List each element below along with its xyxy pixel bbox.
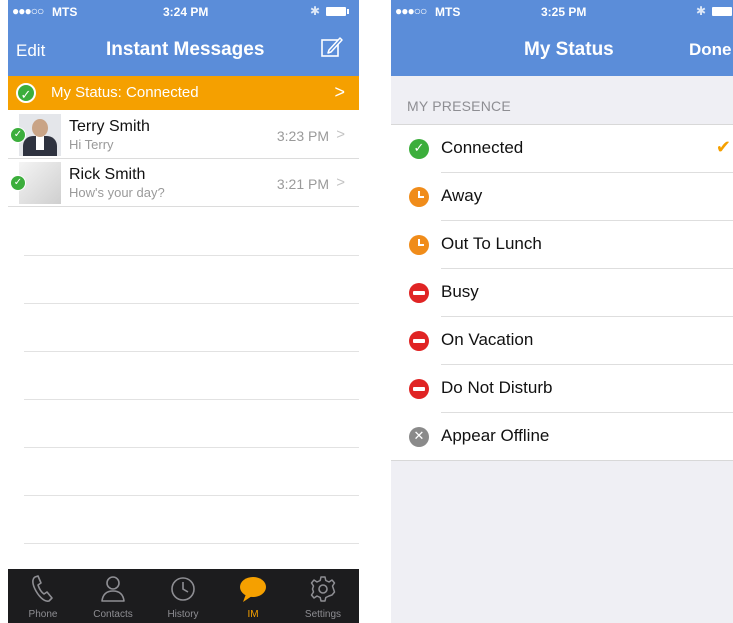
presence-label: Appear Offline: [441, 426, 550, 445]
presence-option-connected[interactable]: Connected ✔: [391, 125, 733, 173]
presence-label: Connected: [441, 138, 524, 157]
presence-option-busy[interactable]: Busy: [391, 269, 733, 317]
my-status-banner[interactable]: ✓ My Status: Connected >: [8, 76, 359, 110]
offline-icon: [409, 427, 429, 447]
connected-icon: [409, 139, 429, 159]
presence-option-do-not-disturb[interactable]: Do Not Disturb: [391, 365, 733, 413]
row-divider: [24, 303, 359, 304]
my-status-screen: ●●●○○ MTS 3:25 PM ✱ My Status Done MY PR…: [391, 0, 733, 623]
tab-label: Phone: [28, 609, 58, 620]
section-header: MY PRESENCE: [407, 98, 511, 114]
message-time: 3:21 PM: [276, 176, 329, 192]
tab-settings[interactable]: Settings: [288, 569, 358, 623]
message-preview: How's your day?: [69, 185, 165, 200]
nav-bar: ●●●○○ MTS 3:25 PM ✱ My Status Done: [391, 0, 733, 76]
online-status-icon: ✓: [10, 127, 26, 143]
conversation-row[interactable]: ✓ Rick Smith How's your day? 3:21 PM >: [8, 159, 359, 207]
vacation-icon: [409, 331, 429, 351]
tab-label: Settings: [304, 609, 342, 620]
bluetooth-icon: ✱: [696, 4, 707, 18]
presence-label: Busy: [441, 282, 479, 301]
message-time: 3:23 PM: [276, 128, 329, 144]
busy-icon: [409, 283, 429, 303]
tab-phone[interactable]: Phone: [8, 569, 78, 623]
clock-icon: [171, 577, 195, 601]
signal-strength: ●●●○○: [395, 4, 427, 18]
tab-bar: Phone Contacts History IM Settings: [8, 569, 359, 623]
lunch-clock-icon: [409, 235, 429, 255]
presence-option-away[interactable]: Away: [391, 173, 733, 221]
page-title: My Status: [524, 39, 614, 60]
contact-name: Rick Smith: [69, 166, 146, 183]
presence-label: Away: [441, 186, 483, 205]
presence-label: On Vacation: [441, 330, 534, 349]
presence-option-on-vacation[interactable]: On Vacation: [391, 317, 733, 365]
tab-label: History: [167, 609, 199, 620]
tab-label: IM: [247, 609, 259, 620]
online-status-icon: ✓: [10, 175, 26, 191]
gear-icon: [310, 576, 336, 602]
status-bar: ●●●○○ MTS 3:25 PM ✱: [391, 0, 733, 22]
tab-contacts[interactable]: Contacts: [78, 569, 148, 623]
chat-bubble-icon: [240, 577, 266, 602]
tab-label: Contacts: [93, 609, 133, 620]
tab-history[interactable]: History: [148, 569, 218, 623]
tab-im[interactable]: IM: [218, 569, 288, 623]
row-divider: [24, 495, 359, 496]
presence-label: Out To Lunch: [441, 234, 542, 253]
row-divider: [24, 543, 359, 544]
done-button[interactable]: Done: [689, 40, 732, 60]
edit-button[interactable]: Edit: [16, 41, 45, 61]
chevron-right-icon: >: [336, 126, 345, 143]
status-bar: ●●●○○ MTS 3:24 PM ✱: [8, 0, 359, 22]
my-status-label: My Status: Connected: [51, 84, 199, 101]
row-divider: [24, 255, 359, 256]
contacts-icon: [101, 576, 125, 602]
presence-option-out-to-lunch[interactable]: Out To Lunch: [391, 221, 733, 269]
carrier-label: MTS: [435, 5, 461, 19]
battery-icon: [712, 7, 732, 16]
battery-icon: [326, 7, 349, 16]
away-clock-icon: [409, 187, 429, 207]
connected-status-icon: ✓: [16, 83, 36, 103]
conversation-row[interactable]: ✓ Terry Smith Hi Terry 3:23 PM >: [8, 111, 359, 159]
signal-strength: ●●●○○: [12, 4, 44, 18]
dnd-icon: [409, 379, 429, 399]
clock-time: 3:25 PM: [541, 5, 587, 19]
row-divider: [24, 351, 359, 352]
row-divider: [24, 447, 359, 448]
phone-icon: [32, 575, 53, 602]
chevron-right-icon: >: [334, 82, 345, 102]
clock-time: 3:24 PM: [163, 5, 209, 19]
nav-bar: ●●●○○ MTS 3:24 PM ✱ Edit Instant Message…: [8, 0, 359, 76]
bluetooth-icon: ✱: [310, 4, 321, 18]
page-title: Instant Messages: [106, 39, 265, 60]
compose-icon[interactable]: [321, 36, 343, 58]
chevron-right-icon: >: [336, 174, 345, 191]
instant-messages-screen: ●●●○○ MTS 3:24 PM ✱ Edit Instant Message…: [8, 0, 359, 623]
checkmark-icon: ✔: [715, 137, 731, 157]
presence-option-appear-offline[interactable]: Appear Offline: [391, 413, 733, 461]
message-preview: Hi Terry: [69, 137, 114, 152]
carrier-label: MTS: [52, 5, 78, 19]
presence-label: Do Not Disturb: [441, 378, 553, 397]
presence-list: Connected ✔ Away Out To Lunch Busy On Va…: [391, 124, 733, 461]
contact-name: Terry Smith: [69, 118, 150, 135]
row-divider: [24, 399, 359, 400]
